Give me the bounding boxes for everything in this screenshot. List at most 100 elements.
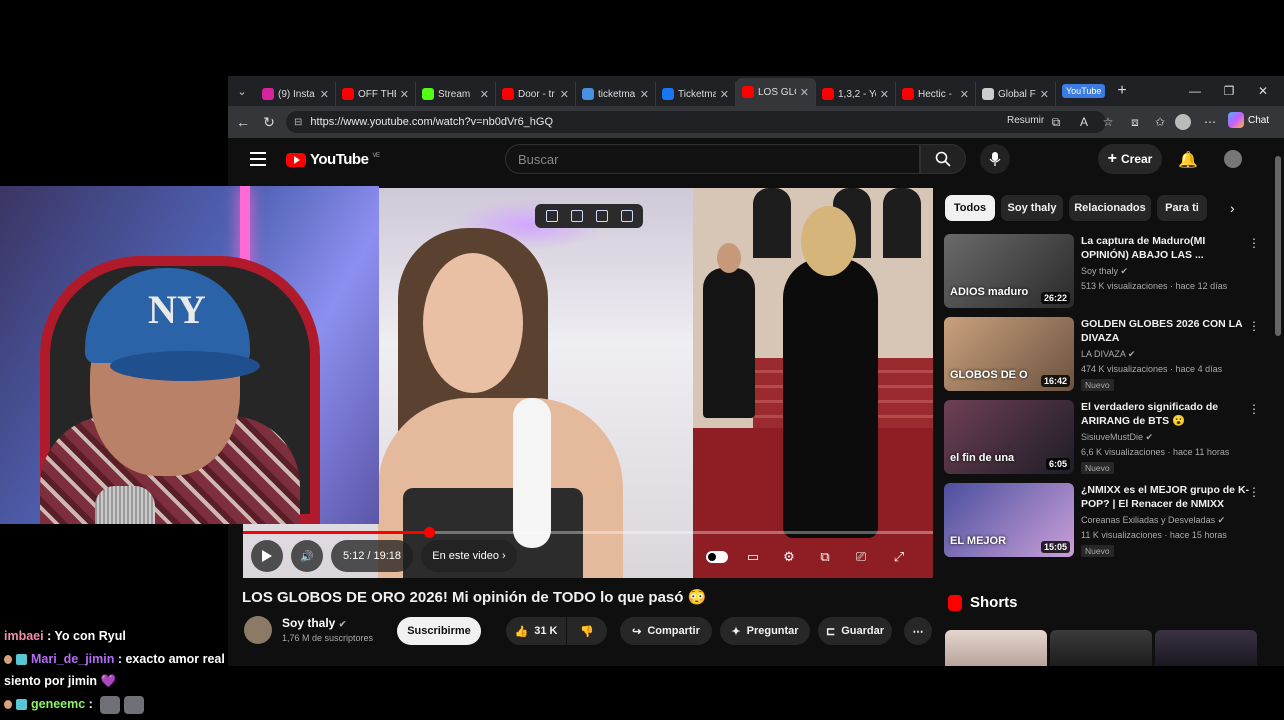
recommendation-title[interactable]: GOLDEN GLOBES 2026 CON LA DIVAZA bbox=[1081, 317, 1253, 345]
browser-tab[interactable]: Ticketma ✕ bbox=[656, 82, 736, 106]
miniplayer-icon[interactable]: ⧉ bbox=[813, 545, 837, 569]
favorites-icon[interactable]: ✩ bbox=[1150, 112, 1170, 132]
more-vertical-icon[interactable]: ⋮ bbox=[1248, 236, 1260, 250]
browser-tab[interactable]: ticketma ✕ bbox=[576, 82, 656, 106]
tab-close-icon[interactable]: ✕ bbox=[400, 88, 409, 101]
chips-next-chevron-icon[interactable]: › bbox=[1230, 200, 1235, 216]
subscribe-button[interactable]: Suscribirme bbox=[397, 617, 481, 645]
tab-close-icon[interactable]: ✕ bbox=[800, 86, 809, 99]
youtube-group-badge[interactable]: YouTube bbox=[1062, 84, 1106, 98]
more-vertical-icon[interactable]: ⋮ bbox=[1248, 319, 1260, 333]
short-thumbnail[interactable] bbox=[1050, 630, 1152, 666]
recommendation-item[interactable]: ADIOS maduro 26:22 La captura de Maduro(… bbox=[944, 234, 1264, 310]
tab-close-icon[interactable]: ✕ bbox=[960, 88, 969, 101]
notifications-bell-icon[interactable]: 🔔 bbox=[1178, 150, 1198, 170]
recommendation-title[interactable]: El verdadero significado de ARIRANG de B… bbox=[1081, 400, 1253, 428]
subtitles-icon[interactable]: ▭ bbox=[741, 545, 765, 569]
chip-relacionados[interactable]: Relacionados bbox=[1069, 195, 1151, 221]
tab-close-icon[interactable]: ✕ bbox=[640, 88, 649, 101]
minimize-icon[interactable]: — bbox=[1178, 76, 1212, 106]
chip-todos[interactable]: Todos bbox=[945, 195, 995, 221]
recommendation-thumbnail[interactable]: EL MEJOR 15:05 bbox=[944, 483, 1074, 557]
close-window-icon[interactable]: ✕ bbox=[1246, 76, 1280, 106]
tab-close-icon[interactable]: ✕ bbox=[880, 88, 889, 101]
browser-tab[interactable]: (9) Insta ✕ bbox=[256, 82, 336, 106]
volume-button[interactable]: 🔊 bbox=[291, 540, 323, 572]
more-vertical-icon[interactable]: ⋮ bbox=[1248, 485, 1260, 499]
chip-soy-thaly[interactable]: Soy thaly bbox=[1001, 195, 1063, 221]
more-actions-button[interactable]: ⋯ bbox=[904, 617, 932, 645]
recommendation-thumbnail[interactable]: ADIOS maduro 26:22 bbox=[944, 234, 1074, 308]
browser-tab[interactable]: Door - tr ✕ bbox=[496, 82, 576, 106]
voice-search-button[interactable] bbox=[980, 144, 1010, 174]
new-tab-icon[interactable]: + bbox=[1117, 82, 1126, 100]
short-thumbnail[interactable] bbox=[945, 630, 1047, 666]
chat-message: imbaei : Yo con Ryul bbox=[4, 629, 126, 643]
short-thumbnail[interactable] bbox=[1155, 630, 1257, 666]
progress-bar[interactable] bbox=[243, 527, 933, 538]
page-scrollbar[interactable] bbox=[1272, 138, 1284, 666]
search-button[interactable] bbox=[920, 144, 966, 174]
tab-close-icon[interactable]: ✕ bbox=[320, 88, 329, 101]
back-arrow-icon[interactable]: ← bbox=[230, 109, 256, 135]
recommendation-channel[interactable]: Coreanas Exiliadas y Desveladas ✔ bbox=[1081, 515, 1225, 526]
browser-tab[interactable]: LOS GLO ✕ bbox=[736, 78, 816, 106]
chapter-button[interactable]: En este video › bbox=[421, 540, 517, 572]
autoplay-toggle[interactable] bbox=[705, 545, 729, 569]
save-button[interactable]: ⊏ Guardar bbox=[818, 617, 892, 645]
site-info-icon[interactable]: ⊟ bbox=[294, 117, 302, 128]
chip-para-ti[interactable]: Para ti bbox=[1157, 195, 1207, 221]
url-field[interactable]: ⊟ https://www.youtube.com/watch?v=nb0dVr… bbox=[286, 111, 1106, 133]
cast-icon[interactable]: ⎚ bbox=[849, 545, 873, 569]
recommendation-channel[interactable]: SisiuveMustDie ✔ bbox=[1081, 432, 1153, 443]
more-vertical-icon[interactable]: ⋮ bbox=[1248, 402, 1260, 416]
like-button[interactable]: 👍 31 K bbox=[506, 617, 566, 645]
more-menu-icon[interactable]: ⋯ bbox=[1200, 112, 1220, 132]
restore-icon[interactable]: ❐ bbox=[1212, 76, 1246, 106]
extension-icon[interactable]: ⧈ bbox=[1125, 112, 1145, 132]
play-button[interactable] bbox=[251, 540, 283, 572]
chat-username[interactable]: imbaei bbox=[4, 629, 44, 643]
browser-tab[interactable]: Global Fo ✕ bbox=[976, 82, 1056, 106]
recommendation-channel[interactable]: Soy thaly ✔ bbox=[1081, 266, 1128, 277]
share-button[interactable]: ↪ Compartir bbox=[620, 617, 712, 645]
tab-close-icon[interactable]: ✕ bbox=[560, 88, 569, 101]
screen-share-icon[interactable]: ⧉ bbox=[1046, 112, 1066, 132]
account-avatar[interactable] bbox=[1224, 150, 1242, 168]
channel-name[interactable]: Soy thaly ✔ bbox=[282, 616, 346, 630]
tab-list-chevron-icon[interactable]: ⌄ bbox=[228, 76, 256, 106]
youtube-logo[interactable]: YouTube VE bbox=[286, 151, 380, 168]
fullscreen-icon[interactable]: ⤢ bbox=[887, 545, 911, 569]
browser-tab[interactable]: Hectic - ✕ bbox=[896, 82, 976, 106]
recommendation-title[interactable]: ¿NMIXX es el MEJOR grupo de K-POP? | El … bbox=[1081, 483, 1253, 511]
recommendation-item[interactable]: el fin de una 6:05 El verdadero signific… bbox=[944, 400, 1264, 476]
tab-close-icon[interactable]: ✕ bbox=[480, 88, 489, 101]
chat-username[interactable]: geneemc bbox=[31, 697, 85, 711]
browser-tab[interactable]: Stream ✕ bbox=[416, 82, 496, 106]
screenshot-toolbar[interactable] bbox=[535, 204, 643, 228]
recommendation-thumbnail[interactable]: GLOBOS DE O 16:42 bbox=[944, 317, 1074, 391]
create-button[interactable]: + Crear bbox=[1098, 144, 1162, 174]
reload-icon[interactable]: ↻ bbox=[256, 109, 282, 135]
chat-username[interactable]: Mari_de_jimin bbox=[31, 652, 114, 666]
dislike-button[interactable]: 👎 bbox=[567, 617, 607, 645]
tab-close-icon[interactable]: ✕ bbox=[1040, 88, 1049, 101]
recommendation-title[interactable]: La captura de Maduro(MI OPINIÓN) ABAJO L… bbox=[1081, 234, 1253, 262]
recommendation-channel[interactable]: LA DIVAZA ✔ bbox=[1081, 349, 1135, 360]
recommendation-item[interactable]: EL MEJOR 15:05 ¿NMIXX es el MEJOR grupo … bbox=[944, 483, 1264, 559]
menu-icon[interactable] bbox=[250, 152, 266, 170]
copilot-chat-button[interactable]: Chat bbox=[1228, 112, 1269, 128]
settings-gear-icon[interactable]: ⚙ bbox=[777, 545, 801, 569]
scrollbar-thumb[interactable] bbox=[1275, 156, 1281, 336]
reader-icon[interactable]: A bbox=[1074, 112, 1094, 132]
resume-label[interactable]: Resumir bbox=[1007, 115, 1044, 126]
recommendation-thumbnail[interactable]: el fin de una 6:05 bbox=[944, 400, 1074, 474]
browser-tab[interactable]: 1,3,2 - Yo ✕ bbox=[816, 82, 896, 106]
search-input[interactable]: Buscar bbox=[505, 144, 920, 174]
browser-tab[interactable]: OFF THE ✕ bbox=[336, 82, 416, 106]
favorite-star-icon[interactable]: ☆ bbox=[1098, 112, 1118, 132]
ask-button[interactable]: ✦ Preguntar bbox=[720, 617, 810, 645]
profile-avatar[interactable] bbox=[1173, 112, 1193, 132]
recommendation-item[interactable]: GLOBOS DE O 16:42 GOLDEN GLOBES 2026 CON… bbox=[944, 317, 1264, 393]
tab-close-icon[interactable]: ✕ bbox=[720, 88, 729, 101]
